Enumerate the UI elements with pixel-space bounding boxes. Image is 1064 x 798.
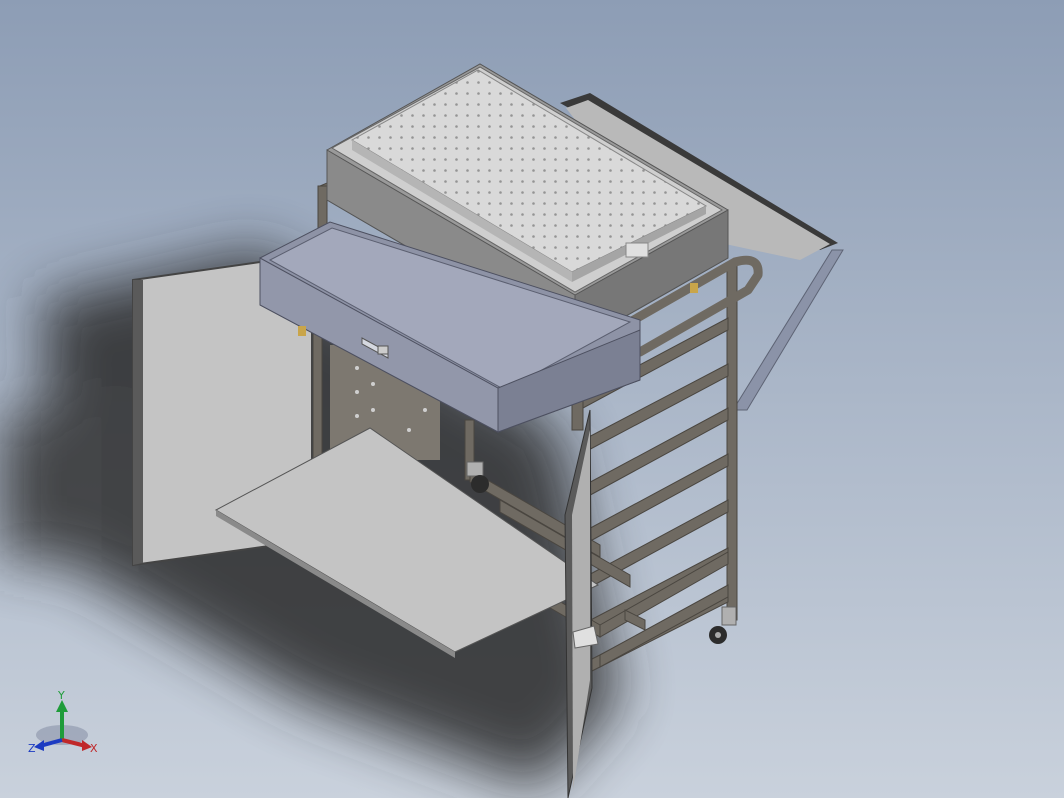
cad-viewport[interactable]: Y X Z	[0, 0, 1064, 798]
cad-scene[interactable]: Y X Z	[0, 0, 1064, 798]
z-axis-label: Z	[28, 742, 36, 755]
y-axis-label: Y	[57, 689, 65, 702]
x-axis-label: X	[90, 742, 98, 755]
